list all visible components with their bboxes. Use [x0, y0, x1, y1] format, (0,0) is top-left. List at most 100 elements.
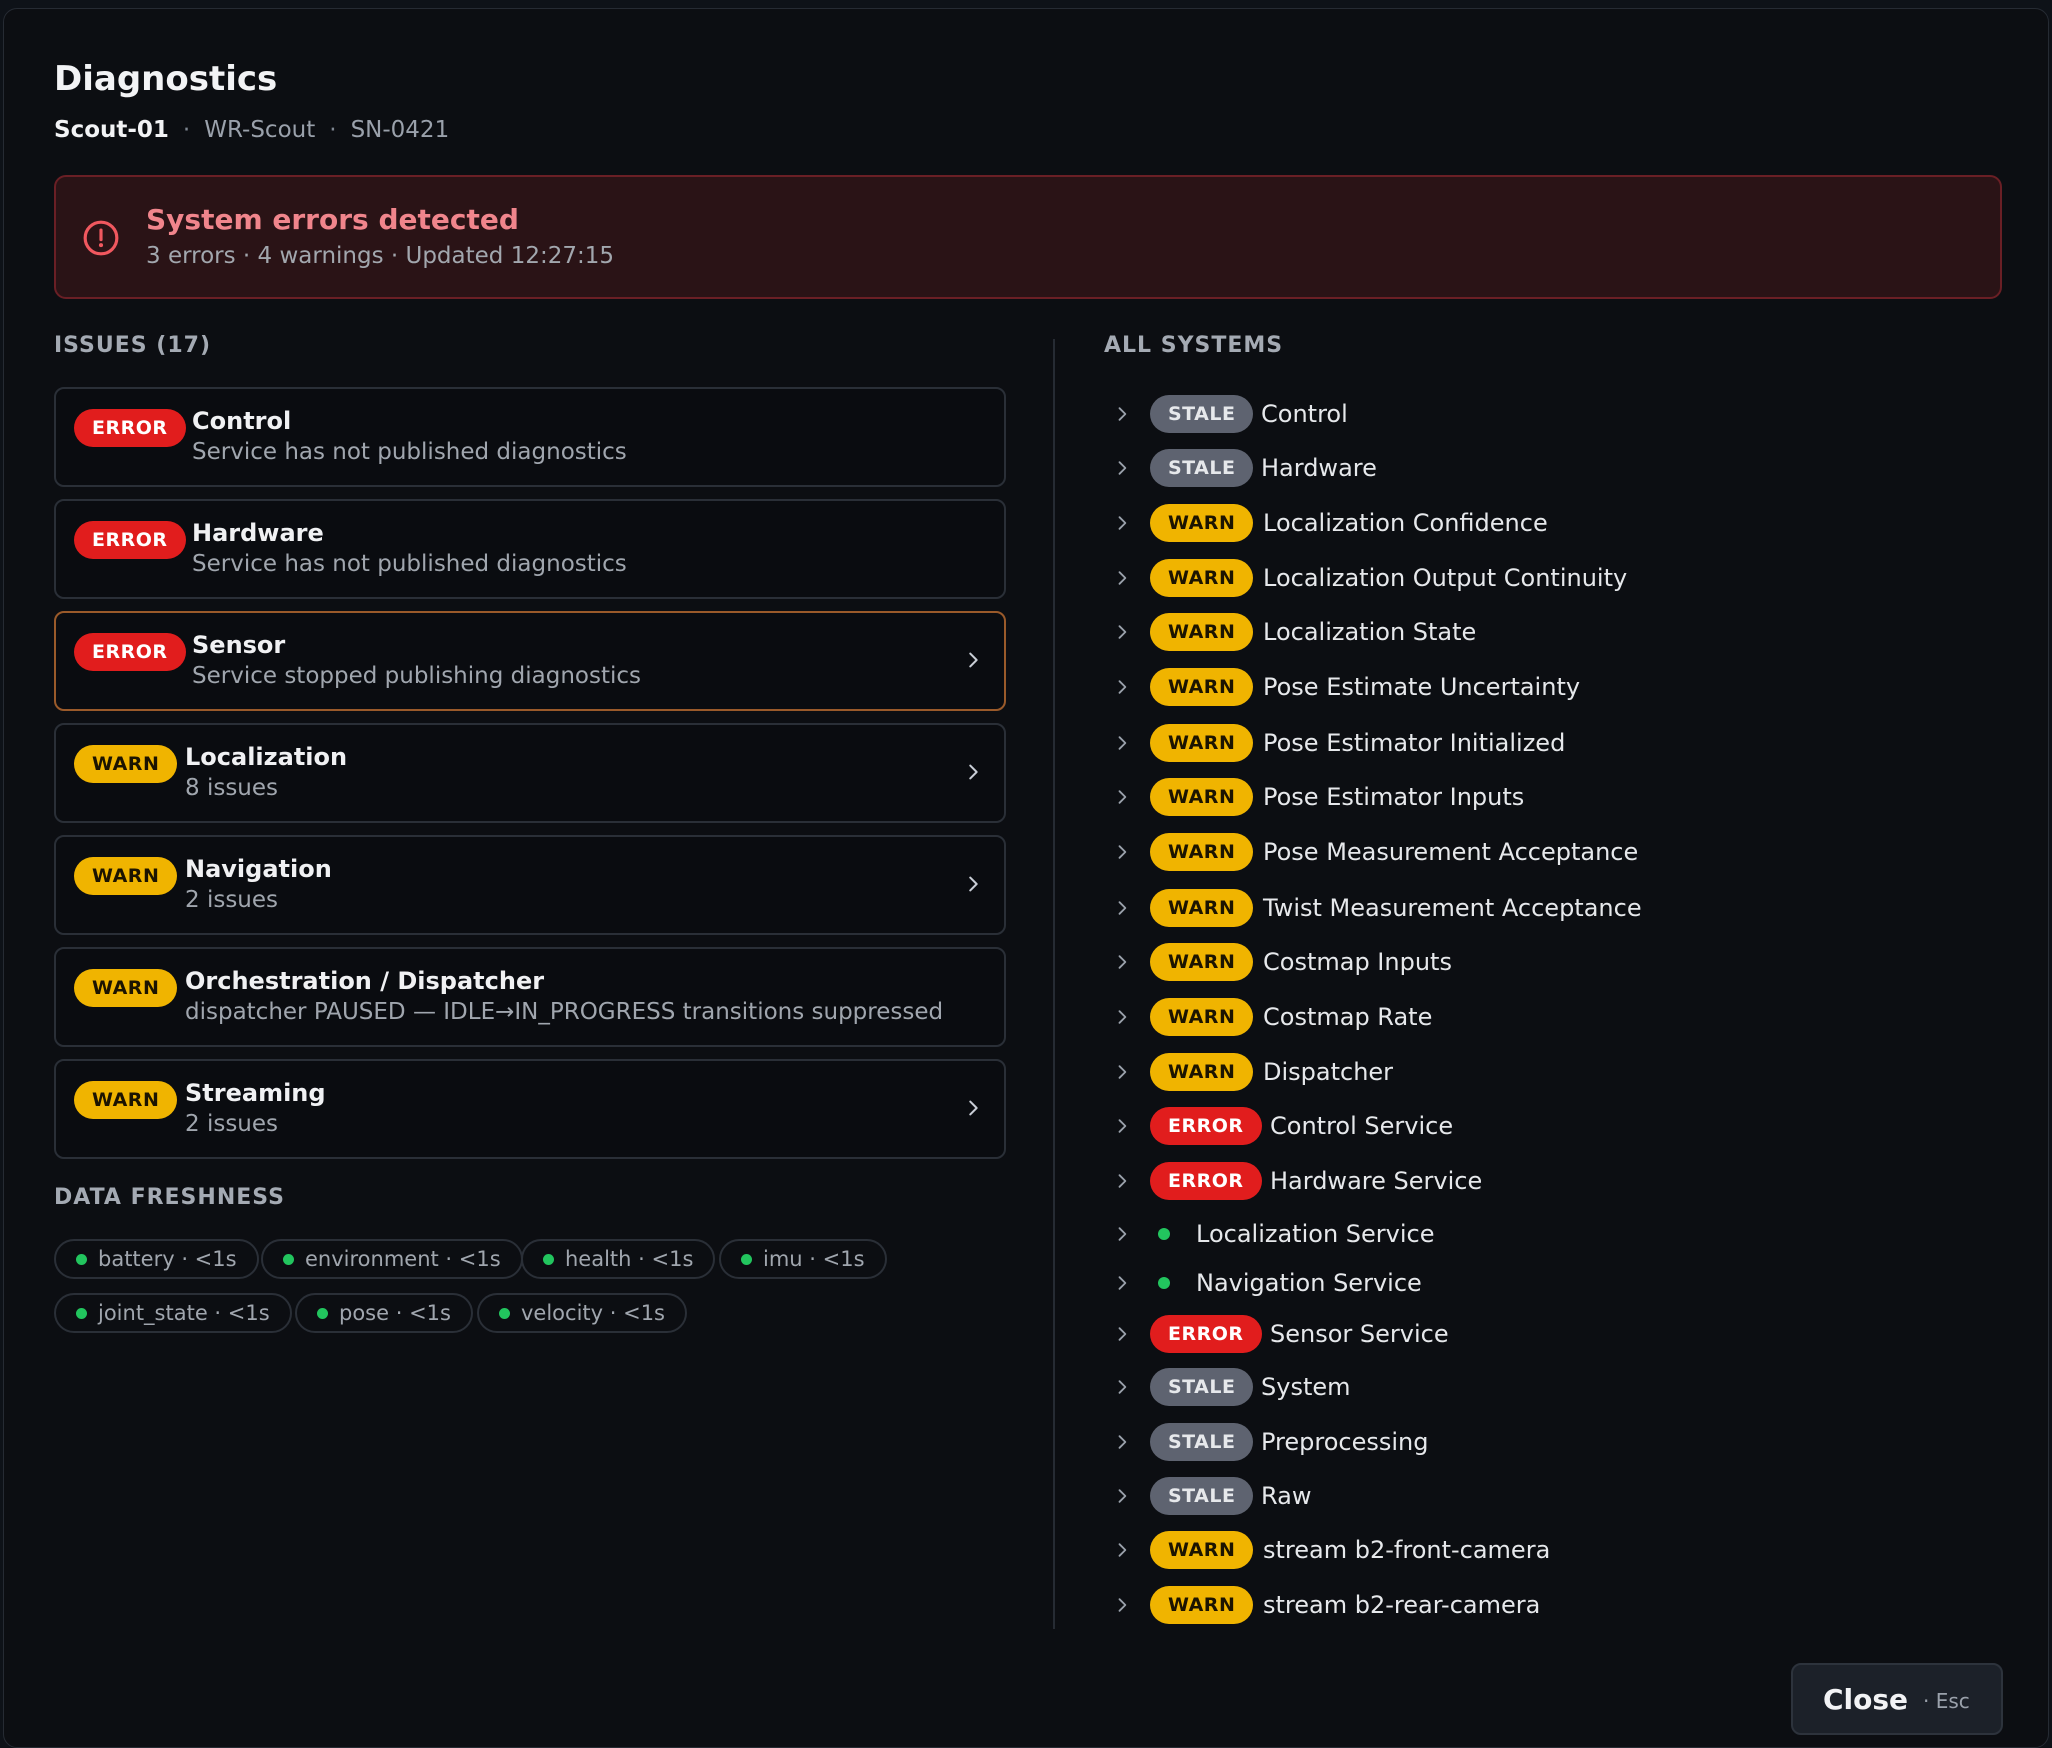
chevron-right-icon	[1118, 736, 1127, 750]
issue-description: 2 issues	[185, 1111, 279, 1137]
system-row[interactable]: WARN Localization Output Continuity	[1104, 558, 2004, 598]
system-row[interactable]: Localization Service	[1104, 1214, 2004, 1254]
dialog-title: Diagnostics	[54, 59, 278, 99]
issue-card[interactable]: WARN Navigation 2 issues	[54, 835, 1006, 935]
issue-title: Localization	[185, 743, 348, 771]
system-name: Pose Estimator Inputs	[1263, 783, 1525, 811]
system-name: Control	[1261, 400, 1348, 428]
chevron-right-icon	[1118, 1010, 1127, 1024]
freshness-chip-label: battery · <1s	[98, 1247, 237, 1271]
chevron-right-icon	[1118, 790, 1127, 804]
system-row[interactable]: STALE Control	[1104, 394, 2004, 434]
system-name: stream b2-front-camera	[1263, 1536, 1551, 1564]
system-row[interactable]: STALE Hardware	[1104, 448, 2004, 488]
issue-description: Service stopped publishing diagnostics	[192, 663, 641, 689]
issue-title: Streaming	[185, 1079, 326, 1107]
system-row[interactable]: WARN Dispatcher	[1104, 1052, 2004, 1092]
issue-card[interactable]: WARN Streaming 2 issues	[54, 1059, 1006, 1159]
issue-title: Orchestration / Dispatcher	[185, 967, 545, 995]
system-name: Costmap Rate	[1263, 1003, 1433, 1031]
issue-card[interactable]: ERROR Sensor Service stopped publishing di…	[54, 611, 1006, 711]
severity-badge: WARN	[74, 745, 178, 783]
close-button[interactable]: Close · Esc	[1791, 1663, 2003, 1735]
chevron-right-icon	[1118, 901, 1127, 915]
status-dot	[543, 1254, 554, 1265]
chevron-right-icon	[1118, 571, 1127, 585]
status-badge: WARN	[1150, 504, 1254, 542]
system-row[interactable]: WARN Pose Estimator Inputs	[1104, 777, 2004, 817]
chevron-right-icon	[969, 652, 978, 668]
issue-card[interactable]: ERROR Hardware Service has not published d…	[54, 499, 1006, 599]
system-row[interactable]: WARN stream b2-rear-camera	[1104, 1585, 2004, 1625]
system-name: Dispatcher	[1263, 1058, 1394, 1086]
alert-circle-icon	[83, 220, 119, 256]
system-name: Pose Estimator Initialized	[1263, 729, 1566, 757]
system-name: Costmap Inputs	[1263, 948, 1452, 976]
issue-card[interactable]: ERROR Control Service has not published di…	[54, 387, 1006, 487]
system-name: Control Service	[1270, 1112, 1454, 1140]
system-row[interactable]: Navigation Service	[1104, 1263, 2004, 1303]
issue-description: Service has not published diagnostics	[192, 439, 627, 465]
system-name: System	[1261, 1373, 1351, 1401]
alert-title: System errors detected	[146, 203, 519, 236]
alert-detail: 3 errors · 4 warnings · Updated 12:27:15	[146, 243, 615, 269]
system-row[interactable]: STALE Raw	[1104, 1476, 2004, 1516]
status-badge: STALE	[1150, 1423, 1254, 1461]
freshness-chip: pose · <1s	[295, 1293, 473, 1333]
issue-card[interactable]: WARN Orchestration / Dispatcher dispatcher…	[54, 947, 1006, 1047]
chevron-right-icon	[1118, 955, 1127, 969]
system-row[interactable]: WARN Pose Estimator Initialized	[1104, 723, 2004, 763]
freshness-chip-label: health · <1s	[565, 1247, 694, 1271]
chevron-right-icon	[1118, 461, 1127, 475]
status-badge: ERROR	[1150, 1162, 1262, 1200]
separator: ·	[329, 117, 337, 143]
chevron-right-icon	[1118, 516, 1127, 530]
system-name: Localization Output Continuity	[1263, 564, 1628, 592]
system-row[interactable]: WARN Pose Measurement Acceptance	[1104, 832, 2004, 872]
system-row[interactable]: STALE System	[1104, 1367, 2004, 1407]
robot-model: WR-Scout	[204, 117, 316, 143]
system-row[interactable]: WARN stream b2-front-camera	[1104, 1530, 2004, 1570]
status-badge: STALE	[1150, 449, 1254, 487]
chevron-right-icon	[969, 876, 978, 892]
status-badge: WARN	[1150, 1053, 1254, 1091]
issue-title: Hardware	[192, 519, 324, 547]
status-badge: WARN	[1150, 833, 1254, 871]
system-row[interactable]: WARN Localization Confidence	[1104, 503, 2004, 543]
system-row[interactable]: ERROR Hardware Service	[1104, 1161, 2004, 1201]
system-row[interactable]: WARN Pose Estimate Uncertainty	[1104, 667, 2004, 707]
system-name: Navigation Service	[1196, 1269, 1422, 1297]
severity-badge: ERROR	[74, 521, 186, 559]
system-name: stream b2-rear-camera	[1263, 1591, 1541, 1619]
status-dot	[76, 1254, 87, 1265]
system-row[interactable]: WARN Twist Measurement Acceptance	[1104, 888, 2004, 928]
issue-description: 8 issues	[185, 775, 279, 801]
status-badge: WARN	[1150, 943, 1254, 981]
chevron-right-icon	[1118, 407, 1127, 421]
status-badge: WARN	[1150, 613, 1254, 651]
severity-badge: ERROR	[74, 633, 186, 671]
system-row[interactable]: WARN Costmap Rate	[1104, 997, 2004, 1037]
severity-badge: WARN	[74, 969, 178, 1007]
freshness-chip-label: velocity · <1s	[521, 1301, 665, 1325]
severity-badge: ERROR	[74, 409, 186, 447]
system-row[interactable]: ERROR Control Service	[1104, 1106, 2004, 1146]
freshness-chip: joint_state · <1s	[54, 1293, 292, 1333]
issue-card[interactable]: WARN Localization 8 issues	[54, 723, 1006, 823]
system-name: Localization Service	[1196, 1220, 1435, 1248]
system-row[interactable]: STALE Preprocessing	[1104, 1422, 2004, 1462]
issue-description: dispatcher PAUSED — IDLE→IN_PROGRESS tra…	[185, 999, 944, 1025]
chevron-right-icon	[1118, 1489, 1127, 1503]
system-row[interactable]: ERROR Sensor Service	[1104, 1314, 2004, 1354]
system-row[interactable]: WARN Localization State	[1104, 612, 2004, 652]
system-name: Twist Measurement Acceptance	[1263, 894, 1642, 922]
chevron-right-icon	[1118, 1276, 1127, 1290]
status-dot	[317, 1308, 328, 1319]
system-row[interactable]: WARN Costmap Inputs	[1104, 942, 2004, 982]
freshness-chip-label: pose · <1s	[339, 1301, 451, 1325]
system-name: Sensor Service	[1270, 1320, 1449, 1348]
system-name: Pose Estimate Uncertainty	[1263, 673, 1581, 701]
chevron-right-icon	[1118, 1065, 1127, 1079]
chevron-right-icon	[969, 1100, 978, 1116]
issue-title: Control	[192, 407, 292, 435]
